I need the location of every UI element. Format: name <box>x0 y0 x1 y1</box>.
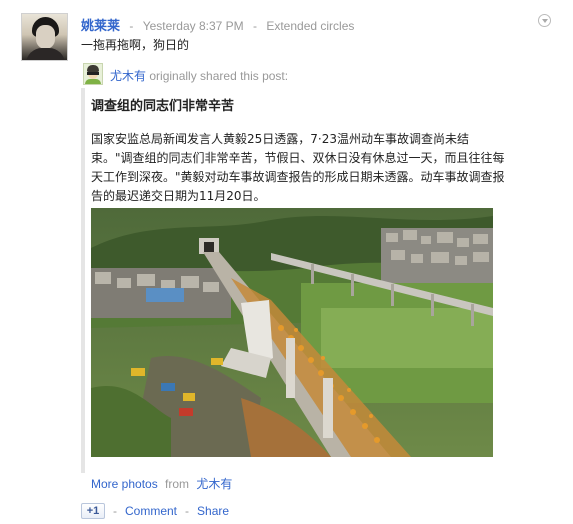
more-photos-link[interactable]: More photos <box>91 477 158 491</box>
avatar-shoulders <box>26 48 65 60</box>
post-visibility[interactable]: Extended circles <box>266 19 354 33</box>
train-wreck-photo[interactable] <box>91 208 493 457</box>
chevron-down-icon[interactable] <box>538 14 551 27</box>
reshare-suffix: originally shared this post: <box>149 69 289 83</box>
article-title: 调查组的同志们非常辛苦 <box>91 99 235 114</box>
more-photos: More photos from 尤木有 <box>91 475 232 492</box>
reshare-avatar-body <box>85 79 101 84</box>
actions-separator-2: - <box>185 504 190 518</box>
post-text: 一拖再拖啊，狗日的 <box>81 38 190 52</box>
post-timestamp[interactable]: Yesterday 8:37 PM <box>143 19 244 33</box>
avatar-face <box>36 25 55 49</box>
author-avatar[interactable] <box>21 13 68 61</box>
post-header: 姚莱莱 - Yesterday 8:37 PM - Extended circl… <box>81 15 354 34</box>
post-actions: +1 - Comment - Share <box>81 503 229 519</box>
share-link[interactable]: Share <box>197 504 229 518</box>
reshare-author[interactable]: 尤木有 <box>110 69 146 83</box>
reshare-attribution: 尤木有 originally shared this post: <box>110 67 288 84</box>
article-body: 国家安监总局新闻发言人黄毅25日透露，7·23温州动车事故调查尚未结束。"调查组… <box>91 132 505 203</box>
author-name[interactable]: 姚莱莱 <box>81 18 120 33</box>
plus-one-button[interactable]: +1 <box>81 503 105 519</box>
reshare-avatar-glasses <box>87 72 99 75</box>
reshare-quote-bar <box>81 88 85 473</box>
comment-link[interactable]: Comment <box>125 504 177 518</box>
more-photos-from: from <box>165 477 190 491</box>
reshare-avatar[interactable] <box>83 63 103 85</box>
header-separator-2: - <box>253 19 257 33</box>
actions-separator: - <box>113 504 117 518</box>
reshare-avatar-hair <box>87 65 99 72</box>
more-photos-author[interactable]: 尤木有 <box>196 477 232 491</box>
header-separator: - <box>129 19 134 33</box>
